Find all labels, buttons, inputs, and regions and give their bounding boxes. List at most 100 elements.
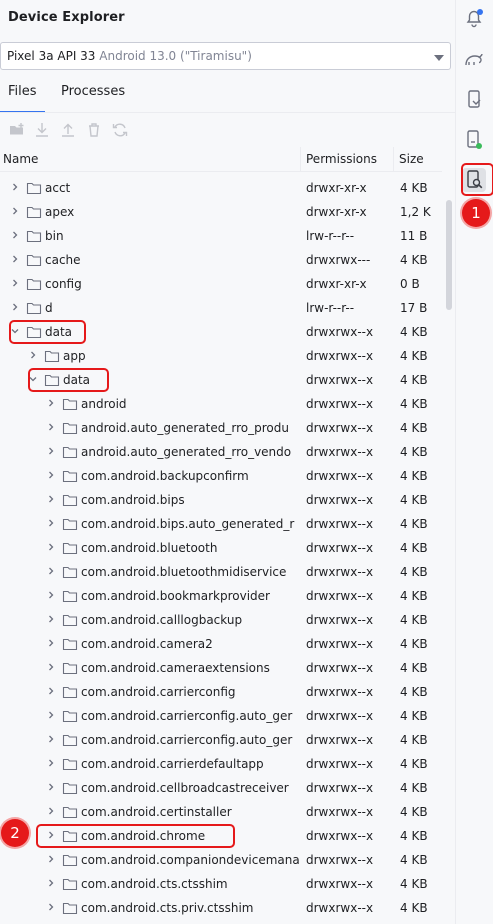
- chevron-right-icon[interactable]: [46, 566, 56, 576]
- file-permissions: drwxrwx--x: [306, 781, 374, 795]
- device-selector[interactable]: Pixel 3a API 33 Android 13.0 ("Tiramisu"…: [0, 42, 451, 70]
- chevron-right-icon[interactable]: [28, 350, 38, 360]
- table-row[interactable]: com.android.bookmarkprovider drwxrwx--x 4 …: [0, 584, 442, 608]
- chevron-right-icon[interactable]: [46, 398, 56, 408]
- table-row[interactable]: com.android.carrierconfig.auto_ger drwxrw…: [0, 728, 442, 752]
- chevron-right-icon[interactable]: [46, 470, 56, 480]
- notifications-icon[interactable]: [462, 6, 486, 30]
- download-icon[interactable]: [32, 120, 52, 140]
- table-row[interactable]: com.android.bluetoothmidiservice drwxrwx-…: [0, 560, 442, 584]
- chevron-right-icon[interactable]: [10, 278, 20, 288]
- table-row[interactable]: com.android.bluetooth drwxrwx--x 4 KB: [0, 536, 442, 560]
- table-row[interactable]: acct drwxr-xr-x 4 KB: [0, 176, 442, 200]
- file-permissions: drwxrwx--x: [306, 469, 374, 483]
- tab-files[interactable]: Files: [0, 79, 45, 113]
- chevron-right-icon[interactable]: [46, 686, 56, 696]
- running-devices-icon[interactable]: [462, 128, 486, 152]
- table-row[interactable]: com.android.cameraextensions drwxrwx--x 4 …: [0, 656, 442, 680]
- table-row[interactable]: com.android.carrierconfig.auto_ger drwxrw…: [0, 704, 442, 728]
- table-row[interactable]: com.android.chrome drwxrwx--x 4 KB: [0, 824, 442, 848]
- table-row[interactable]: apex drwxr-xr-x 1,2 K: [0, 200, 442, 224]
- table-row[interactable]: com.android.carrierconfig drwxrwx--x 4 KB: [0, 680, 442, 704]
- chevron-right-icon[interactable]: [46, 806, 56, 816]
- file-permissions: drwxrwx--x: [306, 613, 374, 627]
- annotation-badge-1: 1: [462, 199, 490, 227]
- chevron-right-icon[interactable]: [46, 590, 56, 600]
- file-size: 4 KB: [400, 733, 428, 747]
- chevron-down-icon[interactable]: [10, 326, 20, 336]
- table-row[interactable]: com.android.cellbroadcastreceiver drwxrwx…: [0, 776, 442, 800]
- gradle-elephant-icon[interactable]: [462, 48, 486, 72]
- chevron-down-icon[interactable]: [28, 374, 38, 384]
- chevron-right-icon[interactable]: [46, 854, 56, 864]
- table-row[interactable]: com.android.cts.ctsshim drwxrwx--x 4 KB: [0, 872, 442, 896]
- folder-icon: [26, 206, 42, 219]
- chevron-right-icon[interactable]: [10, 254, 20, 264]
- chevron-right-icon[interactable]: [46, 422, 56, 432]
- chevron-right-icon[interactable]: [46, 542, 56, 552]
- table-row[interactable]: com.android.bips.auto_generated_r drwxrwx…: [0, 512, 442, 536]
- file-size: 1,2 K: [400, 205, 431, 219]
- new-folder-icon[interactable]: [7, 120, 27, 140]
- column-separator[interactable]: [393, 147, 394, 171]
- table-row[interactable]: data drwxrwx--x 4 KB: [0, 320, 442, 344]
- chevron-right-icon[interactable]: [46, 758, 56, 768]
- chevron-down-icon[interactable]: [434, 55, 444, 61]
- column-header-name[interactable]: Name: [3, 152, 38, 166]
- file-size: 11 B: [400, 229, 428, 243]
- table-row[interactable]: com.android.camera2 drwxrwx--x 4 KB: [0, 632, 442, 656]
- chevron-right-icon[interactable]: [46, 494, 56, 504]
- column-header-permissions[interactable]: Permissions: [306, 152, 377, 166]
- table-row[interactable]: com.android.cts.priv.ctsshim drwxrwx--x 4 …: [0, 896, 442, 920]
- chevron-right-icon[interactable]: [46, 638, 56, 648]
- table-row[interactable]: android.auto_generated_rro_produ drwxrwx-…: [0, 416, 442, 440]
- table-row[interactable]: com.android.backupconfirm drwxrwx--x 4 KB: [0, 464, 442, 488]
- chevron-right-icon[interactable]: [46, 734, 56, 744]
- chevron-right-icon[interactable]: [10, 230, 20, 240]
- file-permissions: drwxrwx--x: [306, 517, 374, 531]
- tab-bar: Files Processes: [0, 79, 455, 113]
- table-row[interactable]: d lrw-r--r-- 17 B: [0, 296, 442, 320]
- table-row[interactable]: com.android.carrierdefaultapp drwxrwx--x 4…: [0, 752, 442, 776]
- chevron-right-icon[interactable]: [46, 830, 56, 840]
- chevron-right-icon[interactable]: [10, 206, 20, 216]
- table-row[interactable]: android drwxrwx--x 4 KB: [0, 392, 442, 416]
- folder-icon: [26, 326, 42, 339]
- table-row[interactable]: config drwxr-xr-x 0 B: [0, 272, 442, 296]
- column-header-size[interactable]: Size: [399, 152, 424, 166]
- table-row[interactable]: com.android.bips drwxrwx--x 4 KB: [0, 488, 442, 512]
- chevron-right-icon[interactable]: [46, 902, 56, 912]
- tab-processes[interactable]: Processes: [53, 79, 133, 113]
- sync-icon[interactable]: [110, 120, 130, 140]
- folder-icon: [62, 470, 78, 483]
- delete-icon[interactable]: [84, 120, 104, 140]
- scrollbar-thumb[interactable]: [446, 200, 452, 310]
- file-name: com.android.carrierconfig.auto_ger: [81, 733, 293, 747]
- chevron-right-icon[interactable]: [46, 446, 56, 456]
- chevron-right-icon[interactable]: [10, 182, 20, 192]
- table-row[interactable]: com.android.certinstaller drwxrwx--x 4 KB: [0, 800, 442, 824]
- table-row[interactable]: com.android.calllogbackup drwxrwx--x 4 KB: [0, 608, 442, 632]
- chevron-right-icon[interactable]: [46, 518, 56, 528]
- chevron-right-icon[interactable]: [46, 878, 56, 888]
- vertical-scrollbar[interactable]: [444, 176, 453, 924]
- table-row[interactable]: cache drwxrwx--- 4 KB: [0, 248, 442, 272]
- file-name: d: [45, 301, 53, 315]
- chevron-right-icon[interactable]: [46, 662, 56, 672]
- table-row[interactable]: bin lrw-r--r-- 11 B: [0, 224, 442, 248]
- table-row[interactable]: com.android.companiondevicemana drwxrwx--…: [0, 848, 442, 872]
- chevron-right-icon[interactable]: [46, 782, 56, 792]
- file-name: com.android.cts.priv.ctsshim: [81, 901, 254, 915]
- chevron-right-icon[interactable]: [46, 614, 56, 624]
- table-row[interactable]: data drwxrwx--x 4 KB: [0, 368, 442, 392]
- upload-icon[interactable]: [58, 120, 78, 140]
- device-manager-icon[interactable]: [462, 88, 486, 112]
- chevron-right-icon[interactable]: [10, 302, 20, 312]
- device-explorer-icon[interactable]: [462, 168, 486, 192]
- table-row[interactable]: app drwxrwx--x 4 KB: [0, 344, 442, 368]
- chevron-right-icon[interactable]: [46, 710, 56, 720]
- file-permissions: drwxrwx--x: [306, 397, 374, 411]
- file-size: 4 KB: [400, 901, 428, 915]
- column-separator[interactable]: [300, 147, 301, 171]
- table-row[interactable]: android.auto_generated_rro_vendo drwxrwx-…: [0, 440, 442, 464]
